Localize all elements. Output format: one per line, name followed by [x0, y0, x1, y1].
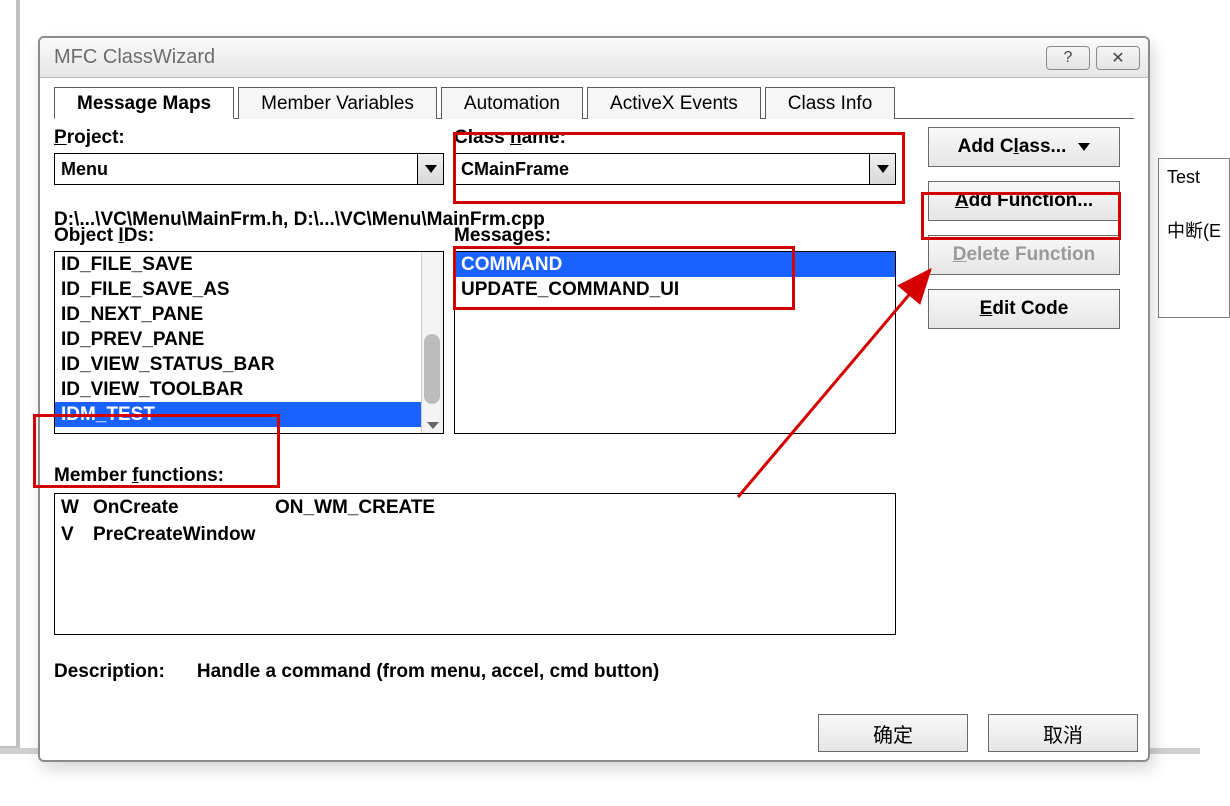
object-ids-listbox[interactable]: ID_FILE_SAVE ID_FILE_SAVE_AS ID_NEXT_PAN… — [54, 251, 444, 434]
object-id-item[interactable]: ID_VIEW_STATUS_BAR — [55, 352, 443, 377]
dialog-footer: 确定 取消 — [818, 714, 1138, 752]
cancel-label: 取消 — [1043, 719, 1083, 748]
ok-label: 确定 — [873, 719, 913, 748]
object-id-item[interactable]: ID_FILE_SAVE_AS — [55, 277, 443, 302]
dialog-content: Message Maps Member Variables Automation… — [40, 78, 1148, 760]
dialog-title: MFC ClassWizard — [54, 46, 215, 69]
description-label: Description: — [54, 661, 165, 683]
close-icon: ✕ — [1111, 48, 1124, 68]
memfunc-name: OnCreate — [93, 494, 275, 521]
help-icon: ? — [1064, 49, 1073, 67]
memfunc-tag: W — [61, 494, 93, 521]
edit-code-button[interactable]: Edit Code — [928, 289, 1120, 329]
add-class-label: Add Class... — [958, 136, 1067, 158]
memfunc-label-post: unctions: — [138, 465, 224, 486]
description-value: Handle a command (from menu, accel, cmd … — [197, 661, 659, 683]
project-combo-arrow[interactable] — [417, 154, 443, 184]
message-item[interactable]: UPDATE_COMMAND_UI — [455, 277, 895, 302]
object-id-item[interactable]: ID_PREV_PANE — [55, 327, 443, 352]
object-id-item[interactable]: ID_VIEW_TOOLBAR — [55, 377, 443, 402]
classname-label-u: n — [510, 127, 522, 148]
tab-automation[interactable]: Automation — [441, 87, 583, 119]
help-button[interactable]: ? — [1046, 46, 1090, 70]
description-row: Description: Handle a command (from menu… — [54, 661, 659, 683]
dropdown-arrow-icon — [1078, 143, 1090, 151]
titlebar-buttons: ? ✕ — [1046, 46, 1140, 70]
add-function-button[interactable]: Add Function... — [928, 181, 1120, 221]
tab-automation-label: Automation — [464, 93, 560, 114]
member-functions-listbox[interactable]: W OnCreate ON_WM_CREATE V PreCreateWindo… — [54, 493, 896, 635]
tabstrip: Message Maps Member Variables Automation… — [54, 86, 1134, 119]
classname-label-pre: Class — [454, 127, 510, 148]
classname-combo-value: CMainFrame — [455, 154, 869, 184]
object-ids-scrollbar[interactable] — [421, 252, 443, 433]
right-column: Add Class... Add Function... Delete Func… — [928, 127, 1120, 329]
tab-message-maps-label: Message Maps — [77, 93, 211, 114]
delete-function-label: Delete Function — [953, 244, 1096, 266]
close-button[interactable]: ✕ — [1096, 46, 1140, 70]
delete-function-button: Delete Function — [928, 235, 1120, 275]
tab-activex-events-label: ActiveX Events — [610, 93, 738, 114]
object-id-item[interactable]: ID_FILE_SAVE — [55, 252, 443, 277]
add-function-label: Add Function... — [955, 190, 1093, 212]
tab-class-info[interactable]: Class Info — [765, 87, 895, 119]
dialog-grid: Project: Menu Object IDs: ID_FILE_SAVE I… — [54, 127, 1134, 739]
project-combo[interactable]: Menu — [54, 153, 444, 185]
project-label: Project: — [54, 127, 444, 149]
memfunc-msg: ON_WM_CREATE — [275, 494, 435, 521]
classname-label: Class name: — [454, 127, 896, 149]
scrollbar-down-icon[interactable] — [422, 417, 444, 433]
memfunc-label-pre: Member — [54, 465, 132, 486]
member-functions-label: Member functions: — [54, 465, 224, 487]
tab-class-info-label: Class Info — [788, 93, 872, 114]
add-class-button[interactable]: Add Class... — [928, 127, 1120, 167]
project-label-rest: roject: — [67, 127, 125, 148]
dialog-titlebar[interactable]: MFC ClassWizard ? ✕ — [40, 38, 1148, 78]
tab-message-maps[interactable]: Message Maps — [54, 87, 234, 119]
source-path-line: D:\...\VC\Menu\MainFrm.h, D:\...\VC\Menu… — [54, 209, 545, 231]
project-combo-value: Menu — [55, 154, 417, 184]
classwizard-dialog: MFC ClassWizard ? ✕ Message Maps Member … — [38, 36, 1150, 762]
cancel-button[interactable]: 取消 — [988, 714, 1138, 752]
ok-button[interactable]: 确定 — [818, 714, 968, 752]
background-right-text-2: 中断(E — [1167, 217, 1221, 243]
memfunc-tag: V — [61, 521, 93, 548]
message-item-selected[interactable]: COMMAND — [455, 252, 895, 277]
scrollbar-thumb[interactable] — [424, 334, 440, 404]
classname-combo[interactable]: CMainFrame — [454, 153, 896, 185]
memfunc-name: PreCreateWindow — [93, 521, 275, 548]
background-right-panel: Test 中断(E — [1158, 158, 1230, 318]
mid-column: Class name: CMainFrame Messages: COMMAND… — [454, 127, 896, 434]
messages-listbox[interactable]: COMMAND UPDATE_COMMAND_UI — [454, 251, 896, 434]
tab-member-variables-label: Member Variables — [261, 93, 414, 114]
object-id-item[interactable]: ID_NEXT_PANE — [55, 302, 443, 327]
background-right-text-1: Test — [1167, 167, 1200, 188]
tab-member-variables[interactable]: Member Variables — [238, 87, 437, 119]
classname-label-post: ame: — [522, 127, 566, 148]
tab-activex-events[interactable]: ActiveX Events — [587, 87, 761, 119]
background-left-border — [0, 0, 20, 750]
classname-combo-arrow[interactable] — [869, 154, 895, 184]
project-label-u: P — [54, 127, 67, 148]
edit-code-label: Edit Code — [980, 298, 1069, 320]
object-id-item-selected[interactable]: IDM_TEST — [55, 402, 443, 427]
member-function-row[interactable]: V PreCreateWindow — [55, 521, 895, 548]
member-function-row[interactable]: W OnCreate ON_WM_CREATE — [55, 494, 895, 521]
left-column: Project: Menu Object IDs: ID_FILE_SAVE I… — [54, 127, 444, 434]
